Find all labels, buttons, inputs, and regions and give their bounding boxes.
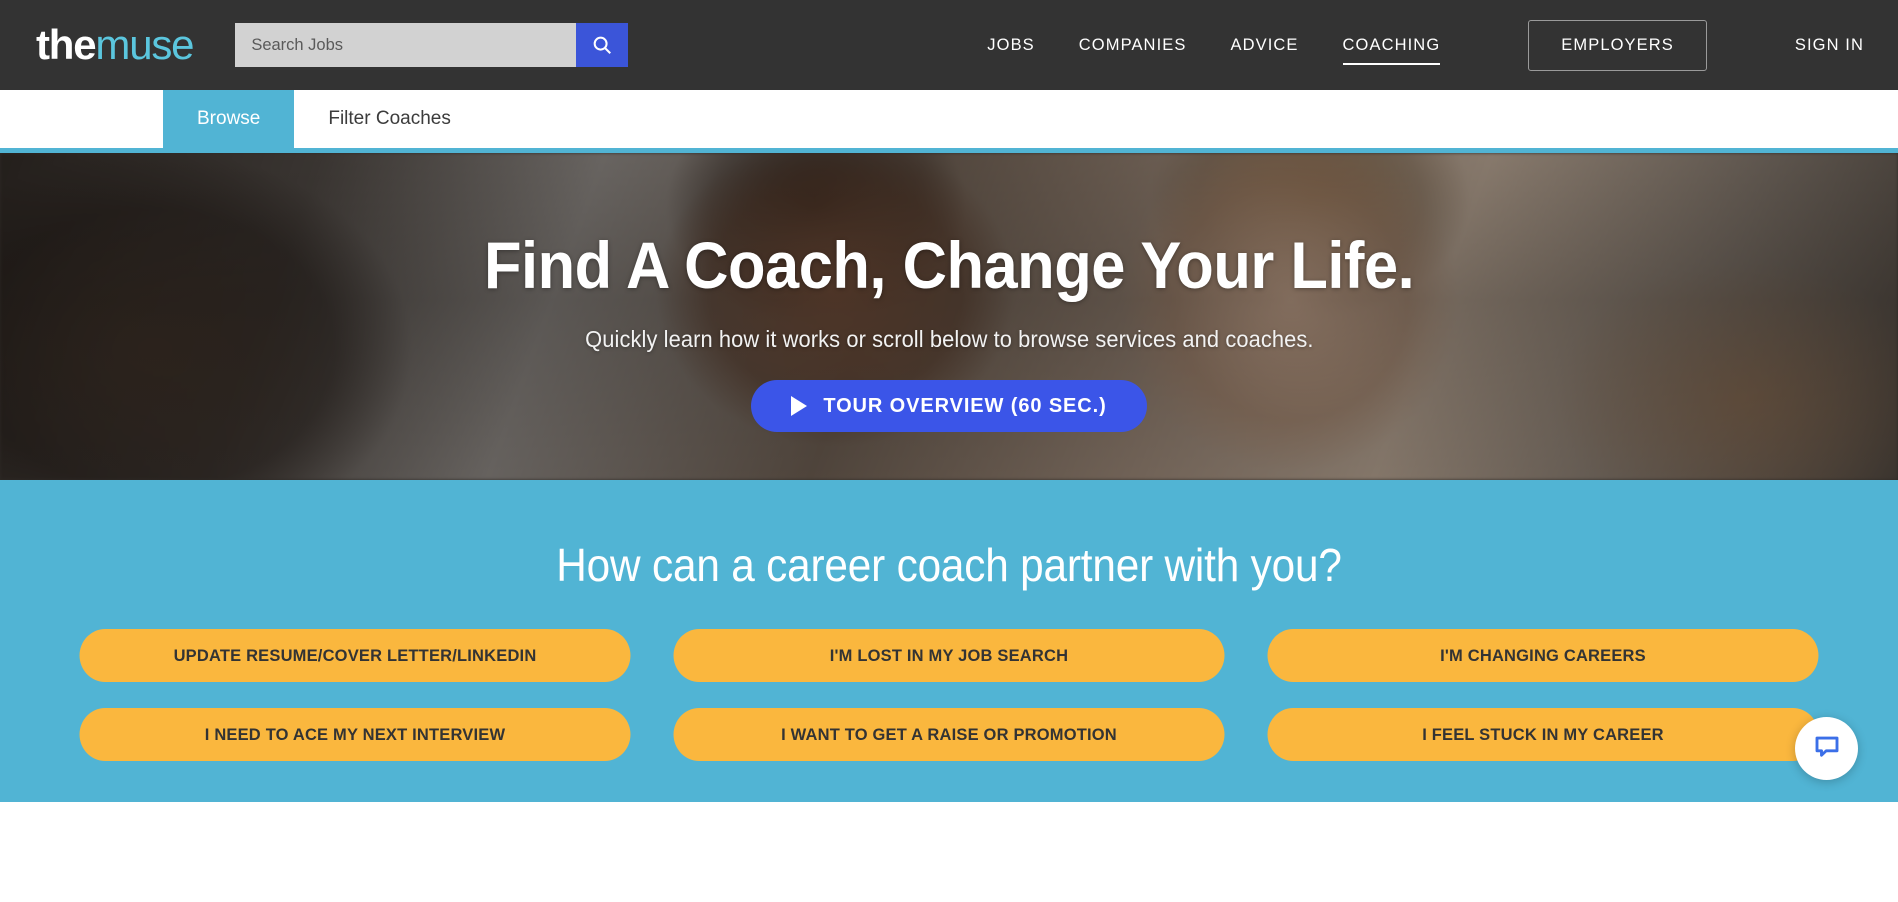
nav-item-jobs[interactable]: JOBS bbox=[987, 0, 1035, 90]
hero-content: Find A Coach, Change Your Life. Quickly … bbox=[0, 153, 1898, 480]
tour-overview-label: TOUR OVERVIEW (60 SEC.) bbox=[823, 394, 1107, 417]
top-navigation-bar: themuse JOBS COMPANIES ADVICE COACHING E… bbox=[0, 0, 1898, 90]
chat-widget-button[interactable] bbox=[1795, 717, 1858, 780]
search-input[interactable] bbox=[235, 23, 577, 67]
hero-headline: Find A Coach, Change Your Life. bbox=[483, 228, 1415, 302]
play-icon bbox=[791, 396, 808, 417]
job-search-bar bbox=[235, 23, 629, 67]
logo-text-the: the bbox=[36, 21, 97, 68]
service-pill-raise-or-promotion[interactable]: I WANT TO GET A RAISE OR PROMOTION bbox=[673, 708, 1225, 761]
service-pill-stuck-in-career[interactable]: I FEEL STUCK IN MY CAREER bbox=[1267, 708, 1819, 761]
subnav-tab-browse[interactable]: Browse bbox=[163, 90, 295, 148]
subnav-tab-filter-coaches[interactable]: Filter Coaches bbox=[294, 90, 485, 148]
service-pill-update-resume[interactable]: UPDATE RESUME/COVER LETTER/LINKEDIN bbox=[79, 629, 631, 682]
nav-item-coaching[interactable]: COACHING bbox=[1342, 0, 1441, 90]
hero-subtitle: Quickly learn how it works or scroll bel… bbox=[584, 326, 1314, 353]
logo-text-muse: muse bbox=[95, 21, 194, 68]
sign-in-link[interactable]: SIGN IN bbox=[1795, 36, 1864, 55]
coaching-subnav: Browse Filter Coaches bbox=[0, 90, 1898, 148]
site-logo[interactable]: themuse bbox=[36, 21, 195, 68]
service-pill-ace-interview[interactable]: I NEED TO ACE MY NEXT INTERVIEW bbox=[79, 708, 631, 761]
hero-banner: Find A Coach, Change Your Life. Quickly … bbox=[0, 148, 1898, 480]
service-pill-lost-in-job-search[interactable]: I'M LOST IN MY JOB SEARCH bbox=[673, 629, 1225, 682]
nav-item-advice[interactable]: ADVICE bbox=[1230, 0, 1298, 90]
search-icon bbox=[591, 34, 613, 56]
search-submit-button[interactable] bbox=[576, 23, 629, 67]
services-section: How can a career coach partner with you?… bbox=[0, 480, 1898, 802]
primary-nav-links: JOBS COMPANIES ADVICE COACHING EMPLOYERS… bbox=[987, 0, 1864, 90]
service-pill-grid: UPDATE RESUME/COVER LETTER/LINKEDIN I'M … bbox=[0, 629, 1898, 761]
chat-bubble-icon bbox=[1812, 731, 1842, 766]
services-heading: How can a career coach partner with you? bbox=[556, 539, 1342, 591]
service-pill-changing-careers[interactable]: I'M CHANGING CAREERS bbox=[1267, 629, 1819, 682]
nav-item-companies[interactable]: COMPANIES bbox=[1079, 0, 1187, 90]
employers-button[interactable]: EMPLOYERS bbox=[1528, 19, 1707, 71]
tour-overview-button[interactable]: TOUR OVERVIEW (60 SEC.) bbox=[751, 380, 1147, 433]
